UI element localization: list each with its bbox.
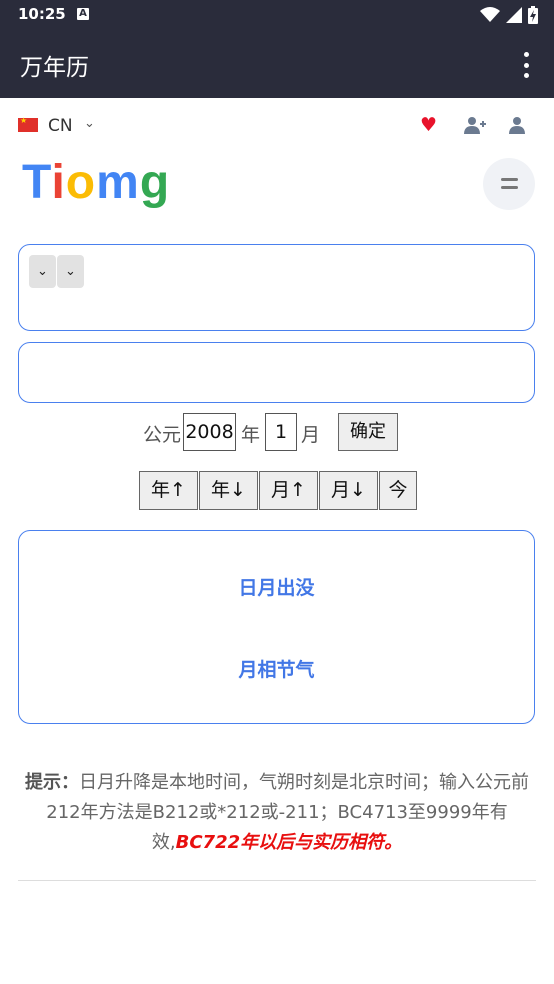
second-dropdown[interactable]: ⌄: [57, 255, 84, 288]
select-panel: ⌄ ⌄: [18, 244, 535, 331]
battery-icon: [528, 6, 538, 24]
era-label: 公元: [143, 424, 182, 446]
user-icon[interactable]: [508, 116, 526, 134]
logo-letter: o: [65, 156, 97, 209]
links-panel: 日月出没 月相节气: [18, 530, 535, 724]
overflow-dot-icon: [523, 62, 529, 68]
app-bar: 万年历: [0, 30, 554, 98]
menu-line-icon: [501, 186, 518, 189]
logo-letter: T: [22, 156, 52, 209]
site-topbar: CN ⌄ ♥: [0, 98, 554, 154]
today-button[interactable]: 今: [379, 471, 417, 510]
menu-line-icon: [501, 178, 518, 181]
status-bar: 10:25 A: [0, 0, 554, 30]
language-selector[interactable]: CN: [48, 116, 73, 136]
hamburger-menu-button[interactable]: [483, 158, 535, 210]
tip-label: 提示：: [25, 772, 79, 793]
china-flag-icon: [18, 116, 38, 132]
month-down-button[interactable]: 月↓: [319, 471, 378, 510]
first-dropdown[interactable]: ⌄: [29, 255, 56, 288]
status-time: 10:25: [18, 5, 66, 23]
status-icons: [480, 6, 538, 24]
logo-letter: m: [96, 156, 140, 209]
year-label: 年: [241, 424, 261, 446]
confirm-button[interactable]: 确定: [338, 413, 398, 451]
month-input[interactable]: 1: [265, 413, 297, 451]
month-up-button[interactable]: 月↑: [259, 471, 318, 510]
overflow-dot-icon: [523, 73, 529, 78]
wifi-icon: [480, 7, 500, 22]
site-logo[interactable]: Tiomg: [22, 156, 170, 210]
app-notification-icon: A: [77, 8, 89, 20]
date-nav-buttons: 年↑ 年↓ 月↑ 月↓ 今: [139, 471, 418, 510]
month-label: 月: [301, 424, 321, 446]
logo-letter: g: [139, 156, 171, 209]
sun-moon-link[interactable]: 日月出没: [19, 573, 534, 600]
year-up-button[interactable]: 年↑: [139, 471, 198, 510]
date-form: 公元 2008 年 1 月 确定: [0, 412, 554, 452]
overflow-dot-icon: [523, 52, 529, 57]
app-title: 万年历: [20, 55, 89, 81]
signal-icon: [506, 7, 522, 23]
divider: [18, 880, 536, 881]
user-plus-icon[interactable]: [464, 116, 486, 134]
tip-text: 提示：日月升降是本地时间，气朔时刻是北京时间；输入公元前212年方法是B212或…: [18, 768, 536, 858]
chevron-down-icon[interactable]: ⌄: [84, 116, 95, 131]
info-panel: [18, 342, 535, 403]
year-input[interactable]: 2008: [183, 413, 236, 451]
tip-emphasis: BC722年以后与实历相符。: [175, 832, 403, 853]
overflow-menu-button[interactable]: [516, 52, 536, 78]
favorite-heart-icon[interactable]: ♥: [420, 114, 437, 136]
moon-phase-link[interactable]: 月相节气: [19, 655, 534, 682]
year-down-button[interactable]: 年↓: [199, 471, 258, 510]
logo-letter: i: [51, 156, 66, 209]
